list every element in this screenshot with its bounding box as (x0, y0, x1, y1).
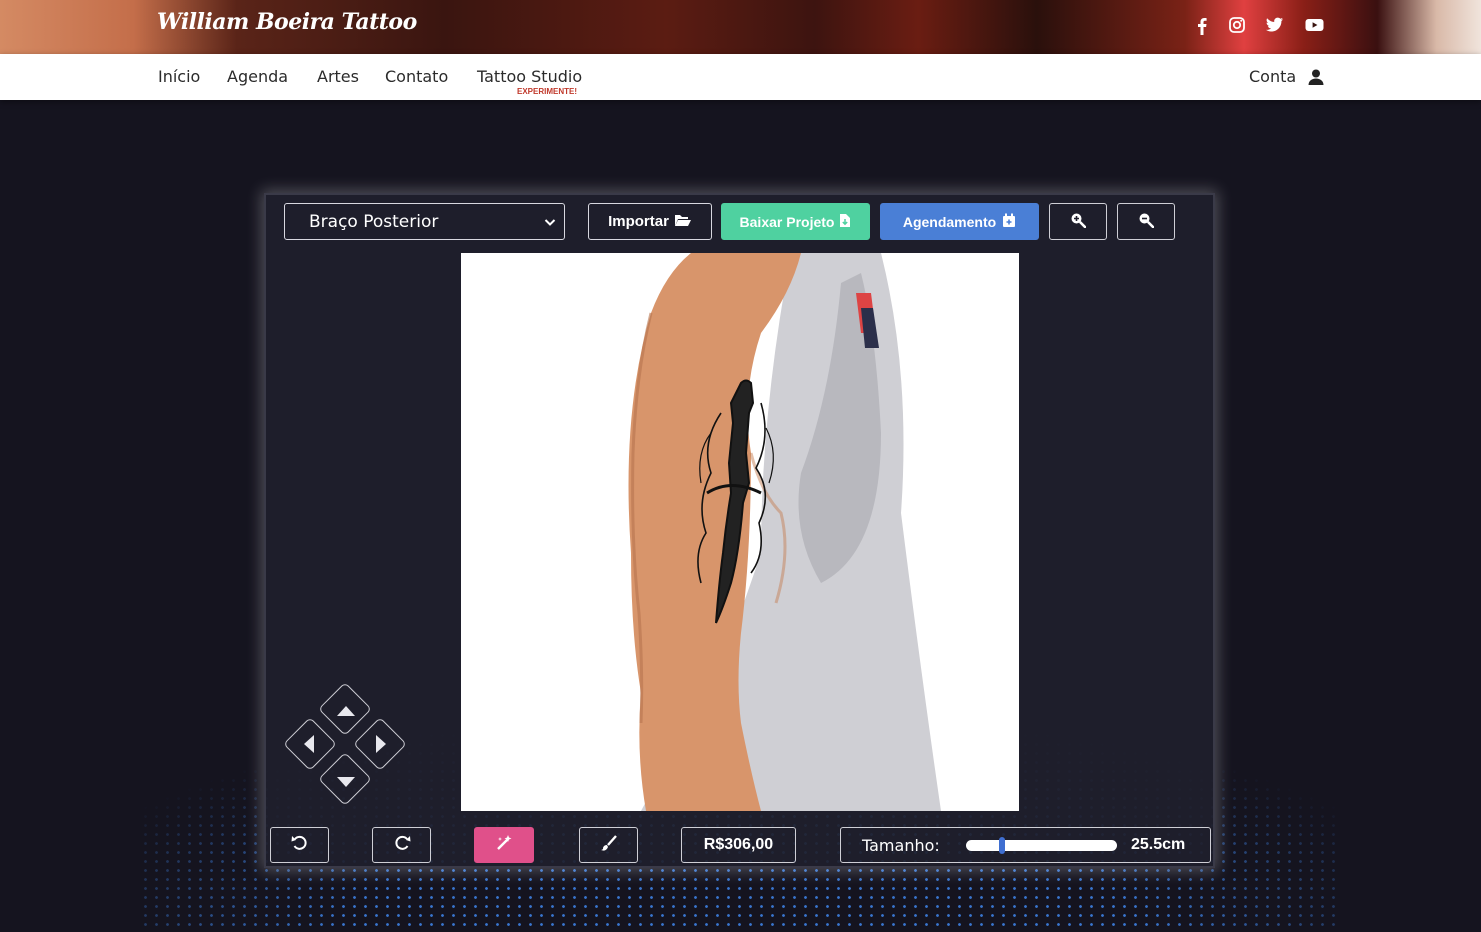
download-project-label: Baixar Projeto (739, 213, 835, 230)
redo-button[interactable] (372, 827, 431, 863)
tattoo-preview-canvas[interactable] (461, 253, 1019, 811)
folder-open-icon (674, 213, 692, 231)
account-link[interactable]: Conta (1249, 67, 1296, 86)
zoom-out-icon (1138, 212, 1155, 232)
zoom-in-button[interactable] (1049, 203, 1107, 240)
zoom-out-button[interactable] (1117, 203, 1175, 240)
file-download-icon (839, 213, 851, 231)
youtube-icon[interactable] (1305, 17, 1324, 37)
size-value: 25.5cm (1131, 836, 1186, 853)
schedule-button[interactable]: Agendamento (880, 203, 1039, 240)
chevron-down-icon (544, 212, 556, 232)
size-slider-thumb[interactable] (999, 837, 1006, 854)
redo-icon (393, 834, 411, 856)
price-value: R$306,00 (703, 836, 774, 853)
brush-button[interactable] (579, 827, 638, 863)
size-control: Tamanho: 25.5cm (840, 827, 1211, 863)
arrow-up-icon (336, 702, 356, 721)
nav-item-tattoo-studio[interactable]: Tattoo Studio (477, 67, 582, 86)
body-part-select[interactable]: Braço Posterior (284, 203, 565, 240)
main-nav: Início Agenda Artes Contato Tattoo Studi… (0, 54, 1481, 100)
download-project-button[interactable]: Baixar Projeto (721, 203, 870, 240)
arrow-left-icon (303, 734, 315, 758)
nav-item-artes[interactable]: Artes (317, 67, 359, 86)
instagram-icon[interactable] (1228, 16, 1246, 38)
price-display: R$306,00 (681, 827, 796, 863)
schedule-label: Agendamento (902, 213, 997, 230)
nav-item-inicio[interactable]: Início (158, 67, 200, 86)
twitter-icon[interactable] (1265, 17, 1284, 37)
user-icon[interactable] (1307, 68, 1325, 86)
direction-pad (280, 679, 410, 809)
undo-button[interactable] (270, 827, 329, 863)
magic-wand-button[interactable] (474, 827, 534, 863)
import-label: Importar (608, 213, 669, 230)
import-button[interactable]: Importar (588, 203, 712, 240)
arrow-right-icon (375, 734, 387, 758)
magic-wand-icon (495, 834, 513, 856)
calendar-plus-icon (1002, 213, 1016, 231)
tattoo-studio-panel: Braço Posterior Importar Baixar Projeto … (264, 193, 1215, 868)
facebook-icon[interactable] (1193, 16, 1211, 40)
nav-item-agenda[interactable]: Agenda (227, 67, 288, 86)
site-logo[interactable]: William Boeira Tattoo (157, 9, 417, 35)
arrow-down-icon (336, 773, 356, 792)
undo-icon (291, 834, 309, 856)
size-label: Tamanho: (862, 836, 940, 855)
header-banner: William Boeira Tattoo (0, 0, 1481, 54)
nav-item-contato[interactable]: Contato (385, 67, 448, 86)
body-part-select-value: Braço Posterior (309, 211, 439, 232)
size-slider[interactable] (966, 837, 1117, 854)
arm-model-image (628, 253, 941, 811)
brush-icon (600, 834, 618, 856)
zoom-in-icon (1070, 212, 1087, 232)
experiment-badge: EXPERIMENTE! (517, 87, 578, 96)
